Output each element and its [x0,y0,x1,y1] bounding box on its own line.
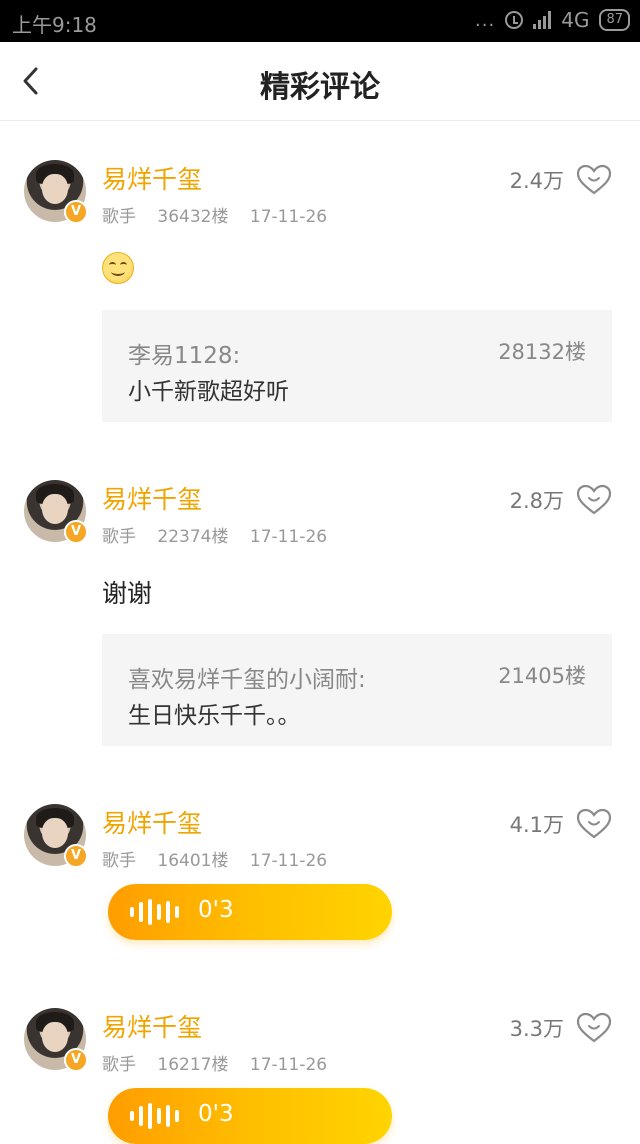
reply-floor: 21405楼 [498,664,586,688]
commenter-name[interactable]: 易烊千玺 [102,480,202,516]
reply-author: 李易1128: [128,343,241,369]
status-icons: ... 4G 87 [475,8,630,32]
comment-text: 谢谢 [102,579,153,608]
reply-quote[interactable]: 喜欢易烊千玺的小阔耐: 21405楼 生日快乐千千。。 [102,634,612,746]
reply-author: 喜欢易烊千玺的小阔耐: [128,667,366,693]
floor-number: 16401楼 [157,851,229,871]
commenter-name[interactable]: 易烊千玺 [102,160,202,196]
status-bar: 上午9:18 ... 4G 87 [0,0,640,42]
heart-icon[interactable] [576,1012,612,1044]
page-title: 精彩评论 [260,70,380,105]
sound-wave-icon [130,899,179,925]
comment-item: V 易烊千玺 歌手 16401楼 17-11-26 4.1万 0'3 [0,804,640,954]
nav-header: 精彩评论 [0,42,640,121]
avatar[interactable]: V [24,480,88,544]
verified-badge-icon: V [64,1048,88,1072]
like-button[interactable]: 2.4万 [510,164,612,196]
comment-item: V 易烊千玺 歌手 22374楼 17-11-26 2.8万 谢谢 喜欢易烊千玺… [0,480,640,750]
verified-badge-icon: V [64,520,88,544]
notification-dots: ... [475,9,496,31]
alarm-icon [505,11,524,29]
voice-message-button[interactable]: 0'3 [108,884,392,940]
commenter-role: 歌手 [102,527,136,547]
floor-number: 36432楼 [157,207,229,227]
voice-duration: 0'3 [198,1101,234,1127]
heart-icon[interactable] [576,164,612,196]
comment-item: V 易烊千玺 歌手 36432楼 17-11-26 2.4万 李易1128: 2… [0,160,640,430]
comment-date: 17-11-26 [249,851,328,871]
status-time: 上午9:18 [12,13,97,37]
commenter-role: 歌手 [102,1055,136,1075]
heart-icon[interactable] [576,484,612,516]
comment-meta: 歌手 22374楼 17-11-26 [102,522,343,547]
verified-badge-icon: V [64,200,88,224]
smile-emoji-icon [102,252,134,284]
avatar[interactable]: V [24,1008,88,1072]
reply-text: 生日快乐千千。。 [128,703,301,729]
commenter-role: 歌手 [102,207,136,227]
reply-quote[interactable]: 李易1128: 28132楼 小千新歌超好听 [102,310,612,422]
floor-number: 16217楼 [157,1055,229,1075]
verified-badge-icon: V [64,844,88,868]
like-count: 3.3万 [509,1017,564,1041]
comment-date: 17-11-26 [249,527,328,547]
commenter-name[interactable]: 易烊千玺 [102,1008,202,1044]
voice-message-button[interactable]: 0'3 [108,1088,392,1144]
like-count: 2.8万 [509,489,564,513]
like-button[interactable]: 4.1万 [510,808,612,840]
signal-icon [533,11,552,29]
sound-wave-icon [130,1103,179,1129]
avatar[interactable]: V [24,160,88,224]
comment-date: 17-11-26 [249,1055,328,1075]
floor-number: 22374楼 [157,527,229,547]
comment-item: V 易烊千玺 歌手 16217楼 17-11-26 3.3万 0'3 [0,1008,640,1144]
like-count: 4.1万 [509,813,564,837]
voice-duration: 0'3 [198,897,234,923]
heart-icon[interactable] [576,808,612,840]
commenter-name[interactable]: 易烊千玺 [102,804,202,840]
comment-meta: 歌手 36432楼 17-11-26 [102,202,343,227]
comment-date: 17-11-26 [249,207,328,227]
comment-meta: 歌手 16401楼 17-11-26 [102,846,343,871]
commenter-role: 歌手 [102,851,136,871]
like-button[interactable]: 3.3万 [510,1012,612,1044]
avatar[interactable]: V [24,804,88,868]
network-type: 4G [561,8,590,32]
reply-floor: 28132楼 [498,340,586,364]
battery-icon: 87 [599,9,630,31]
comment-meta: 歌手 16217楼 17-11-26 [102,1050,343,1075]
like-count: 2.4万 [509,169,564,193]
like-button[interactable]: 2.8万 [510,484,612,516]
reply-text: 小千新歌超好听 [128,379,289,405]
